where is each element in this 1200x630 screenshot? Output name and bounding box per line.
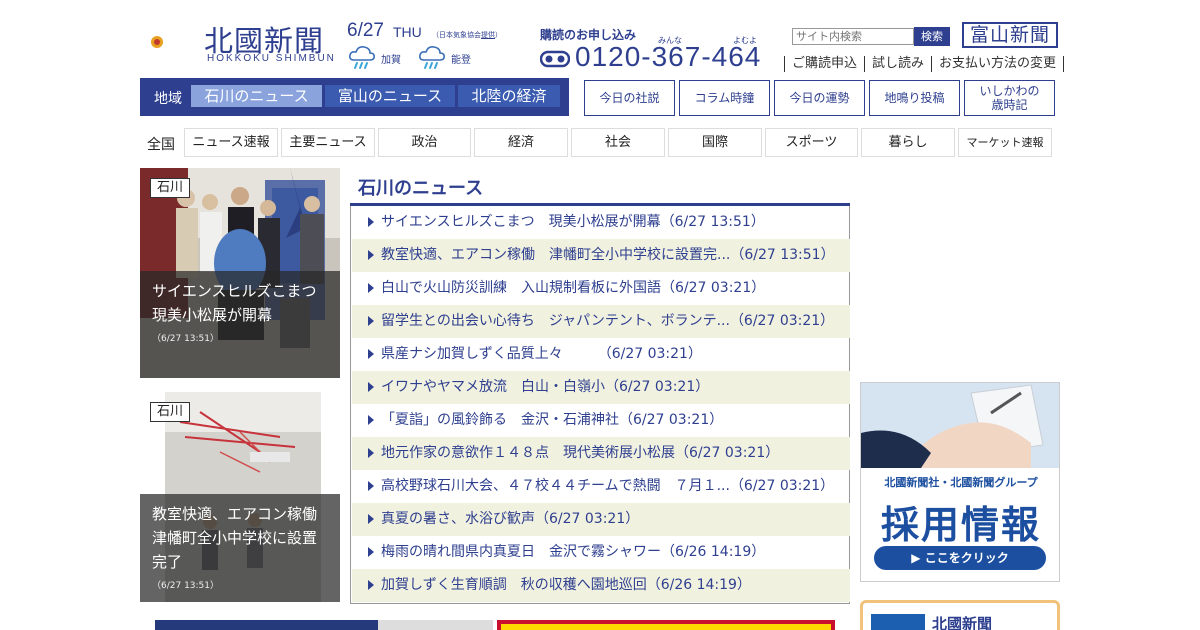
recruit-subtitle: 北國新聞社・北國新聞グループ — [884, 476, 1038, 489]
current-date: 6/27 — [347, 20, 384, 41]
toyama-shimbun-link[interactable]: 富山新聞 — [962, 22, 1058, 48]
arrow-right-icon — [368, 547, 374, 557]
arrow-right-icon — [368, 448, 374, 458]
weather-kaga[interactable]: 加賀 — [347, 44, 401, 72]
top-links: ご購読申込 試し読み お支払い方法の変更 — [784, 56, 1065, 72]
reader-letters-link[interactable]: 地鳴り投稿 — [869, 80, 960, 116]
rain-cloud-icon — [349, 46, 375, 69]
logo-mark-icon — [140, 18, 184, 64]
arrow-right-icon — [368, 316, 374, 326]
recruit-click-button[interactable]: ▶ ここをクリック — [874, 546, 1046, 570]
ishikawa-saijiki-link[interactable]: いしかわの 歳時記 — [964, 80, 1055, 116]
arrow-right-icon — [368, 250, 374, 260]
news-list: サイエンスヒルズこまつ 現美小松展が開幕（6/27 13:51） 教室快適、エア… — [350, 206, 850, 604]
hokkoku-bunko-banner[interactable]: 北國新聞 — [860, 600, 1060, 630]
weather-credit-link[interactable]: 提供 — [481, 31, 495, 39]
search-input[interactable] — [792, 28, 914, 45]
cat-market-news[interactable]: マーケット速報 — [958, 128, 1052, 157]
news-item[interactable]: 白山で火山防災訓練 入山規制看板に外国語（6/27 03:21） — [352, 272, 850, 305]
trial-link[interactable]: 試し読み — [864, 56, 931, 72]
tab-hokuriku-economy[interactable]: 北陸の経済 — [458, 85, 560, 107]
arrow-right-icon — [368, 382, 374, 392]
cat-politics[interactable]: 政治 — [378, 128, 471, 157]
recruit-title: 採用情報 — [880, 503, 1041, 547]
tab-ishikawa-news[interactable]: 石川のニュース — [191, 85, 322, 107]
feature-time: （6/27 13:51） — [152, 334, 220, 344]
news-item[interactable]: サイエンスヒルズこまつ 現美小松展が開幕（6/27 13:51） — [352, 206, 850, 239]
news-item[interactable]: 地元作家の意欲作１４８点 現代美術展小松展（6/27 03:21） — [352, 437, 850, 470]
current-weekday: THU — [393, 24, 422, 40]
news-item[interactable]: イワナやヤマメ放流 白山・白嶺小（6/27 03:21） — [352, 371, 850, 404]
news-item[interactable]: 留学生との出会い心待ち ジャパンテント、ボランテ...（6/27 03:21） — [352, 305, 850, 338]
arrow-right-icon — [368, 415, 374, 425]
bottom-banner-right[interactable] — [497, 620, 835, 630]
payment-change-link[interactable]: お支払い方法の変更 — [931, 56, 1065, 72]
site-logo[interactable]: 北國新聞 HOKKOKU SHIMBUN — [140, 16, 340, 66]
horoscope-link[interactable]: 今日の運勢 — [774, 80, 865, 116]
arrow-right-icon — [368, 283, 374, 293]
news-item[interactable]: 「夏詣」の風鈴飾る 金沢・石浦神社（6/27 03:21） — [352, 404, 850, 437]
arrow-right-icon — [368, 580, 374, 590]
cat-society[interactable]: 社会 — [571, 128, 665, 157]
cat-economy[interactable]: 経済 — [474, 128, 568, 157]
news-item[interactable]: 県産ナシ加賀しずく品質上々 （6/27 03:21） — [352, 338, 850, 371]
cat-top-news[interactable]: 主要ニュース — [281, 128, 375, 157]
feature-card[interactable]: 石川 教室快適、エアコン稼働 津幡町全小中学校に設置完了 （6/27 13:51… — [140, 392, 340, 602]
weather-area-label: 加賀 — [381, 54, 401, 66]
arrow-right-icon — [368, 514, 374, 524]
cat-international[interactable]: 国際 — [668, 128, 762, 157]
arrow-right-icon — [368, 349, 374, 359]
region-nav: 地域 石川のニュース 富山のニュース 北陸の経済 — [140, 78, 569, 116]
tab-toyama-news[interactable]: 富山のニュース — [325, 85, 455, 107]
subscribe-link[interactable]: ご購読申込 — [784, 56, 864, 72]
cat-sports[interactable]: スポーツ — [765, 128, 858, 157]
news-section-title: 石川のニュース — [358, 178, 484, 199]
cat-lifestyle[interactable]: 暮らし — [861, 128, 955, 157]
feature-title: サイエンスヒルズこまつ 現美小松展が開幕 — [152, 282, 332, 324]
arrow-right-icon — [368, 481, 374, 491]
column-jisho-link[interactable]: コラム時鐘 — [679, 80, 770, 116]
recruit-banner[interactable]: 北國新聞社・北國新聞グループ 採用情報 ▶ ここをクリック — [860, 382, 1060, 582]
news-item[interactable]: 梅雨の晴れ間県内真夏日 金沢で霧シャワー（6/26 14:19） — [352, 536, 850, 569]
national-label: 全国 — [147, 137, 175, 153]
news-item[interactable]: 真夏の暑さ、水浴び歓声（6/27 03:21） — [352, 503, 850, 536]
feature-card[interactable]: 石川 サイエンスヒルズこまつ 現美小松展が開幕 （6/27 13:51） — [140, 168, 340, 378]
search-button[interactable]: 検索 — [914, 27, 950, 46]
region-tag: 石川 — [150, 402, 191, 422]
arrow-right-icon — [368, 217, 374, 227]
freedial-icon — [540, 50, 570, 68]
news-item[interactable]: 教室快適、エアコン稼働 津幡町全小中学校に設置完...（6/27 13:51） — [352, 239, 850, 272]
feature-caption: 教室快適、エアコン稼働 津幡町全小中学校に設置完了 （6/27 13:51） — [140, 494, 340, 602]
bunko-title: 北國新聞 — [932, 615, 993, 630]
region-label: 地域 — [154, 91, 182, 107]
editorial-link[interactable]: 今日の社説 — [584, 80, 675, 116]
bottom-banner-left[interactable] — [155, 620, 493, 630]
feature-caption: サイエンスヒルズこまつ 現美小松展が開幕 （6/27 13:51） — [140, 271, 340, 378]
region-tag: 石川 — [150, 178, 191, 198]
feature-time: （6/27 13:51） — [152, 581, 220, 591]
weather-noto[interactable]: 能登 — [417, 44, 471, 72]
news-item[interactable]: 加賀しずく生育順調 秋の収穫へ園地巡回（6/26 14:19） — [352, 569, 850, 602]
logo-subtitle: HOKKOKU SHIMBUN — [207, 53, 336, 64]
cat-breaking-news[interactable]: ニュース速報 — [184, 128, 278, 157]
rain-cloud-icon — [419, 46, 445, 69]
news-item[interactable]: 高校野球石川大会、４７校４４チームで熱闘 ７月１...（6/27 03:21） — [352, 470, 850, 503]
weather-area-label: 能登 — [451, 54, 471, 66]
feature-title: 教室快適、エアコン稼働 津幡町全小中学校に設置完了 — [152, 505, 333, 571]
phone-number[interactable]: 0120-367-464 — [575, 41, 761, 73]
weather-credit: （日本気象協会提供） — [432, 31, 502, 39]
bunko-logo-icon — [871, 614, 925, 630]
